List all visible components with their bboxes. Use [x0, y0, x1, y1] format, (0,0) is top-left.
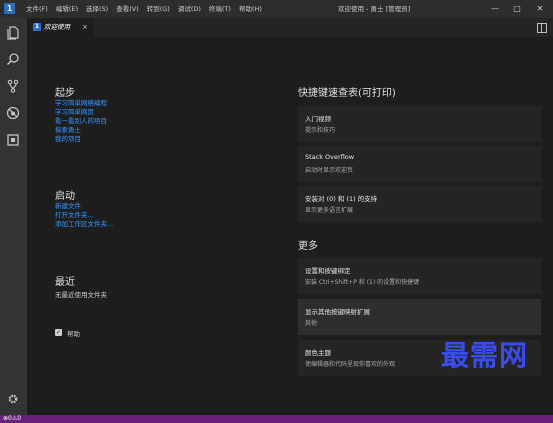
- card-title: Stack Overflow: [305, 153, 355, 161]
- start-link-1[interactable]: 学习简单网络编程: [55, 99, 107, 108]
- shortcuts-heading[interactable]: 快捷键速查表(可打印): [298, 84, 396, 99]
- shortcut-card-2[interactable]: Stack Overflow 启动时显示欢迎页: [298, 146, 541, 182]
- tab-close-icon[interactable]: ×: [82, 18, 88, 37]
- title-bar: 1 文件(F) 编辑(E) 选择(S) 查看(V) 转到(G) 调试(D) 终端…: [0, 0, 553, 18]
- maximize-button[interactable]: □: [506, 0, 528, 18]
- settings-gear-icon[interactable]: [6, 392, 20, 406]
- shortcut-card-3[interactable]: 安装对 (0) 和 (1) 的支持 显示更多语言扩展: [298, 186, 541, 222]
- split-editor-icon[interactable]: [537, 23, 547, 33]
- new-file-link[interactable]: 新建文件: [55, 202, 81, 211]
- explorer-icon[interactable]: [6, 26, 20, 40]
- problems-status[interactable]: ⊗0⚠0: [3, 415, 21, 423]
- more-card-1[interactable]: 设置和按键绑定 安装 Ctrl+Shift+P 和 (1) 的设置和快捷键: [298, 258, 541, 294]
- card-subtitle: 启动时显示欢迎页: [305, 167, 354, 174]
- card-subtitle: 安装 Ctrl+Shift+P 和 (1) 的设置和快捷键: [305, 279, 420, 286]
- shortcut-card-1[interactable]: 入门视频 提示和技巧: [298, 106, 541, 142]
- show-welcome-checkbox[interactable]: ✓: [55, 329, 62, 336]
- help-checkbox-label: 帮助: [67, 330, 80, 338]
- card-subtitle: 使编辑器和代码呈现你喜欢的外观: [305, 361, 396, 368]
- menu-debug[interactable]: 调试(D): [174, 0, 205, 18]
- menu-view[interactable]: 查看(V): [112, 0, 143, 18]
- tab-label: 欢迎使用: [44, 23, 70, 31]
- search-icon[interactable]: [6, 52, 20, 66]
- card-subtitle: 其他: [305, 320, 318, 327]
- add-workspace-folder-link[interactable]: 添加工作区文件夹...: [55, 220, 113, 229]
- card-title: 安装对 (0) 和 (1) 的支持: [305, 195, 378, 203]
- menu-file[interactable]: 文件(F): [22, 0, 52, 18]
- tab-welcome[interactable]: 1 欢迎使用 ×: [27, 18, 94, 37]
- card-subtitle: 提示和技巧: [305, 127, 336, 134]
- open-folder-link[interactable]: 打开文件夹...: [55, 211, 94, 220]
- menu-terminal[interactable]: 终端(T): [205, 0, 235, 18]
- minimize-button[interactable]: —: [484, 0, 506, 18]
- more-heading: 更多: [298, 241, 318, 252]
- menu-bar: 文件(F) 编辑(E) 选择(S) 查看(V) 转到(G) 调试(D) 终端(T…: [22, 0, 266, 18]
- source-control-icon[interactable]: [6, 79, 20, 93]
- card-title: 显示其他按键映射扩展: [305, 308, 370, 316]
- activity-bar: [0, 18, 27, 415]
- window-title: 欢迎使用 - 勇士 [管理员]: [338, 5, 411, 13]
- recent-heading: 最近: [55, 277, 75, 288]
- card-title: 颜色主题: [305, 349, 331, 357]
- card-subtitle: 显示更多语言扩展: [305, 207, 354, 214]
- card-title: 入门视频: [305, 115, 331, 123]
- start-link-4[interactable]: 探索勇士: [55, 126, 81, 135]
- start-link-5[interactable]: 我的项目: [55, 135, 81, 144]
- start-heading: 起步: [55, 88, 75, 99]
- menu-go[interactable]: 转到(G): [143, 0, 174, 18]
- more-card-2[interactable]: 显示其他按键映射扩展 其他: [298, 299, 541, 335]
- card-title: 设置和按键绑定: [305, 267, 351, 275]
- tab-bar: 1 欢迎使用 ×: [27, 18, 553, 37]
- menu-edit[interactable]: 编辑(E): [52, 0, 82, 18]
- welcome-tab-icon: 1: [33, 23, 41, 31]
- watermark-logo: 最需网: [441, 339, 529, 372]
- extensions-icon[interactable]: [6, 133, 20, 147]
- menu-selection[interactable]: 选择(S): [82, 0, 112, 18]
- debug-icon[interactable]: [6, 106, 20, 120]
- app-logo-icon: 1: [4, 3, 15, 14]
- start-link-3[interactable]: 看一看别人的项目: [55, 117, 107, 126]
- start-link-2[interactable]: 学习简单网页: [55, 108, 94, 117]
- recent-empty-text: 无最近使用文件夹: [55, 291, 107, 299]
- menu-help[interactable]: 帮助(H): [235, 0, 266, 18]
- close-window-button[interactable]: ✕: [529, 0, 551, 18]
- status-bar: ⊗0⚠0: [0, 415, 553, 423]
- launch-heading: 启动: [55, 191, 75, 202]
